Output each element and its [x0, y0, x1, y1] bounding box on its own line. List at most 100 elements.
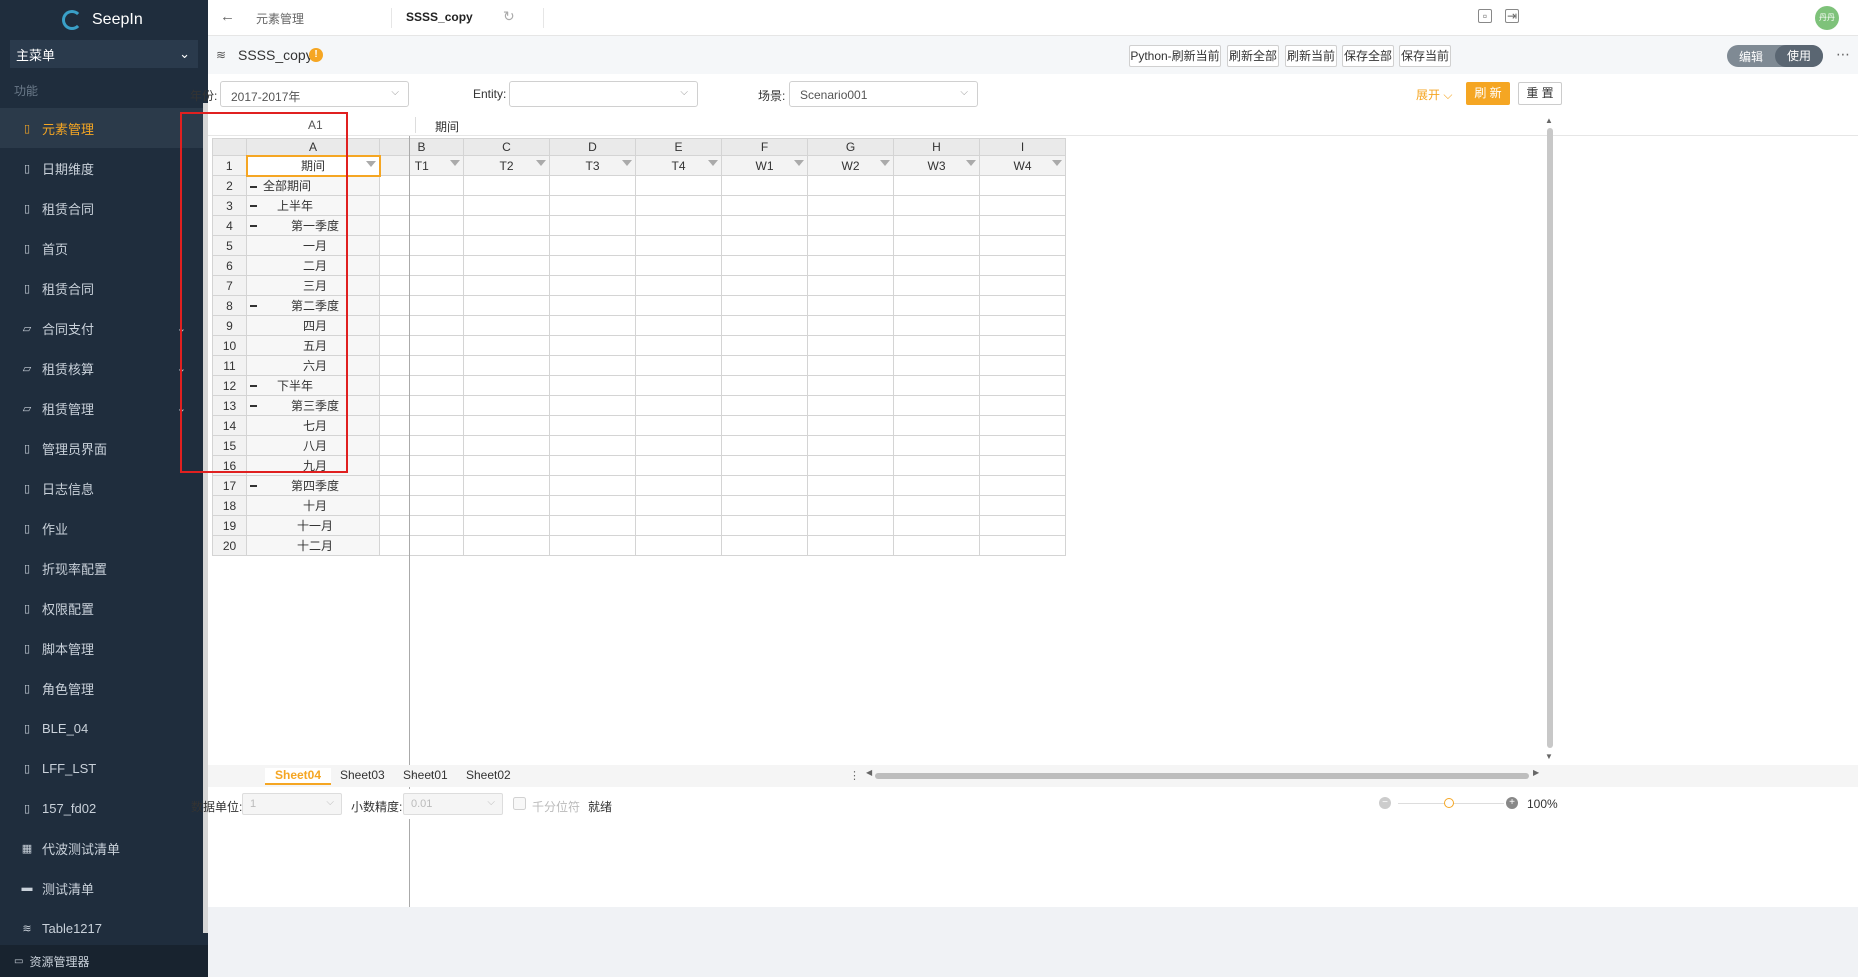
header-cell[interactable]: T4 — [635, 155, 722, 176]
collapse-icon[interactable] — [250, 225, 257, 227]
data-cell[interactable] — [379, 415, 464, 436]
mode-toggle[interactable]: 编辑 使用 — [1727, 45, 1823, 67]
sidebar-item[interactable]: ▯ 日志信息 — [0, 468, 208, 508]
data-cell[interactable] — [979, 435, 1066, 456]
row-header[interactable]: 15 — [212, 435, 247, 456]
data-cell[interactable] — [979, 395, 1066, 416]
filter-icon[interactable] — [794, 160, 804, 166]
data-cell[interactable] — [463, 175, 550, 196]
period-cell[interactable]: 第四季度 — [246, 475, 380, 496]
row-header[interactable]: 17 — [212, 475, 247, 496]
mode-edit[interactable]: 编辑 — [1727, 48, 1775, 65]
data-cell[interactable] — [463, 475, 550, 496]
sidebar-item[interactable]: ▯ 租赁合同 — [0, 188, 208, 228]
data-cell[interactable] — [721, 275, 808, 296]
horizontal-scrollbar[interactable] — [875, 773, 1529, 779]
sheet-tab-sheet02[interactable]: Sheet02 — [466, 768, 511, 782]
sheet-tab-sheet03[interactable]: Sheet03 — [340, 768, 385, 782]
refresh-button[interactable]: 刷 新 — [1466, 82, 1510, 105]
data-cell[interactable] — [635, 315, 722, 336]
data-cell[interactable] — [549, 375, 636, 396]
sheet-tab-sheet04[interactable]: Sheet04 — [265, 768, 332, 785]
data-cell[interactable] — [721, 315, 808, 336]
column-header[interactable]: D — [549, 138, 636, 156]
data-cell[interactable] — [463, 235, 550, 256]
row-header[interactable]: 20 — [212, 535, 247, 556]
period-cell[interactable]: 六月 — [246, 355, 380, 376]
data-cell[interactable] — [549, 335, 636, 356]
data-cell[interactable] — [893, 375, 980, 396]
row-header[interactable]: 7 — [212, 275, 247, 296]
data-cell[interactable] — [549, 235, 636, 256]
data-cell[interactable] — [721, 355, 808, 376]
expand-toggle[interactable]: 展开 ⌵ — [1416, 86, 1452, 103]
data-cell[interactable] — [979, 495, 1066, 516]
data-cell[interactable] — [721, 515, 808, 536]
python-refresh-current-button[interactable]: Python-刷新当前 — [1129, 45, 1221, 67]
collapse-icon[interactable] — [250, 485, 257, 487]
period-cell[interactable]: 十一月 — [246, 515, 380, 536]
data-cell[interactable] — [379, 295, 464, 316]
data-cell[interactable] — [893, 395, 980, 416]
data-cell[interactable] — [635, 355, 722, 376]
data-cell[interactable] — [979, 535, 1066, 556]
data-cell[interactable] — [635, 395, 722, 416]
period-cell[interactable]: 三月 — [246, 275, 380, 296]
data-cell[interactable] — [807, 255, 894, 276]
data-cell[interactable] — [807, 235, 894, 256]
sidebar-item[interactable]: ▯ 首页 — [0, 228, 208, 268]
row-header[interactable]: 4 — [212, 215, 247, 236]
scroll-right-icon[interactable]: ▶ — [1533, 768, 1539, 777]
select-all-corner[interactable] — [212, 138, 247, 156]
header-cell[interactable]: 期间 — [245, 154, 381, 177]
header-cell[interactable]: W1 — [721, 155, 808, 176]
data-cell[interactable] — [721, 535, 808, 556]
data-cell[interactable] — [979, 475, 1066, 496]
data-cell[interactable] — [807, 195, 894, 216]
data-unit-select[interactable]: 1 ⌵ — [242, 793, 342, 815]
period-cell[interactable]: 第二季度 — [246, 295, 380, 316]
row-header[interactable]: 14 — [212, 415, 247, 436]
refresh-current-button[interactable]: 刷新当前 — [1285, 45, 1337, 67]
thousands-checkbox[interactable] — [513, 797, 526, 810]
data-cell[interactable] — [721, 475, 808, 496]
header-cell[interactable]: T2 — [463, 155, 550, 176]
data-cell[interactable] — [379, 495, 464, 516]
data-cell[interactable] — [379, 535, 464, 556]
period-cell[interactable]: 二月 — [246, 255, 380, 276]
data-cell[interactable] — [721, 235, 808, 256]
period-cell[interactable]: 第三季度 — [246, 395, 380, 416]
sidebar-item[interactable]: ▯ 作业 — [0, 508, 208, 548]
data-cell[interactable] — [379, 315, 464, 336]
data-cell[interactable] — [379, 355, 464, 376]
period-cell[interactable]: 八月 — [246, 435, 380, 456]
column-header[interactable]: E — [635, 138, 722, 156]
refresh-all-button[interactable]: 刷新全部 — [1227, 45, 1279, 67]
data-cell[interactable] — [807, 175, 894, 196]
data-cell[interactable] — [549, 315, 636, 336]
data-cell[interactable] — [721, 395, 808, 416]
data-cell[interactable] — [549, 175, 636, 196]
data-cell[interactable] — [893, 275, 980, 296]
period-cell[interactable]: 九月 — [246, 455, 380, 476]
data-cell[interactable] — [549, 475, 636, 496]
zoom-slider-handle[interactable] — [1444, 798, 1454, 808]
data-cell[interactable] — [893, 495, 980, 516]
row-header[interactable]: 13 — [212, 395, 247, 416]
resource-manager[interactable]: ▭ 资源管理器 — [0, 945, 208, 977]
data-cell[interactable] — [979, 175, 1066, 196]
data-cell[interactable] — [721, 455, 808, 476]
vertical-scrollbar[interactable] — [1547, 128, 1553, 748]
column-header[interactable]: B — [379, 138, 464, 156]
data-cell[interactable] — [979, 235, 1066, 256]
column-header[interactable]: F — [721, 138, 808, 156]
filter-icon[interactable] — [708, 160, 718, 166]
scene-select[interactable]: Scenario001 ⌵ — [789, 81, 978, 107]
sidebar-item[interactable]: ≋ Table1217 — [0, 908, 208, 948]
data-cell[interactable] — [807, 415, 894, 436]
reload-icon[interactable]: ↻ — [503, 8, 515, 25]
data-cell[interactable] — [549, 435, 636, 456]
sidebar-item[interactable]: ▱ 租赁核算 ⌄ — [0, 348, 208, 388]
data-cell[interactable] — [379, 395, 464, 416]
data-cell[interactable] — [721, 335, 808, 356]
